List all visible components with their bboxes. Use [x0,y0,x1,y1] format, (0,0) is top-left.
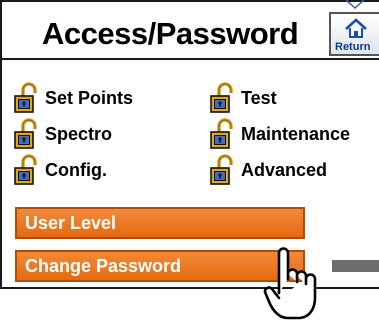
padlock-open-icon [12,118,44,150]
advanced-item[interactable]: Advanced [208,154,327,186]
config-label: Config. [45,159,107,180]
set-points-item[interactable]: Set Points [12,82,133,114]
padlock-open-icon [12,154,44,186]
pointing-hand-icon [263,247,317,320]
title-bar: Access/Password Return [2,2,379,60]
spectro-label: Spectro [45,123,113,144]
user-level-label: User Level [25,212,117,233]
access-password-screen: Access/Password Return Set Points Test S… [0,0,379,289]
home-icon [345,18,367,38]
maintenance-item[interactable]: Maintenance [208,118,350,150]
scroll-indicator [332,260,379,272]
change-password-label: Change Password [25,255,182,276]
config-item[interactable]: Config. [12,154,107,186]
user-level-button[interactable]: User Level [15,207,305,239]
set-points-label: Set Points [45,87,134,108]
padlock-open-icon [12,82,44,114]
padlock-open-icon [208,154,240,186]
return-button[interactable]: Return [329,12,379,56]
padlock-open-icon [208,82,240,114]
page-title: Access/Password [42,16,299,51]
test-label: Test [241,87,277,108]
padlock-open-icon [208,118,240,150]
spectro-item[interactable]: Spectro [12,118,112,150]
maintenance-label: Maintenance [241,123,351,144]
return-label: Return [335,41,371,53]
arrow-down-icon [345,0,365,10]
test-item[interactable]: Test [208,82,277,114]
advanced-label: Advanced [241,159,328,180]
